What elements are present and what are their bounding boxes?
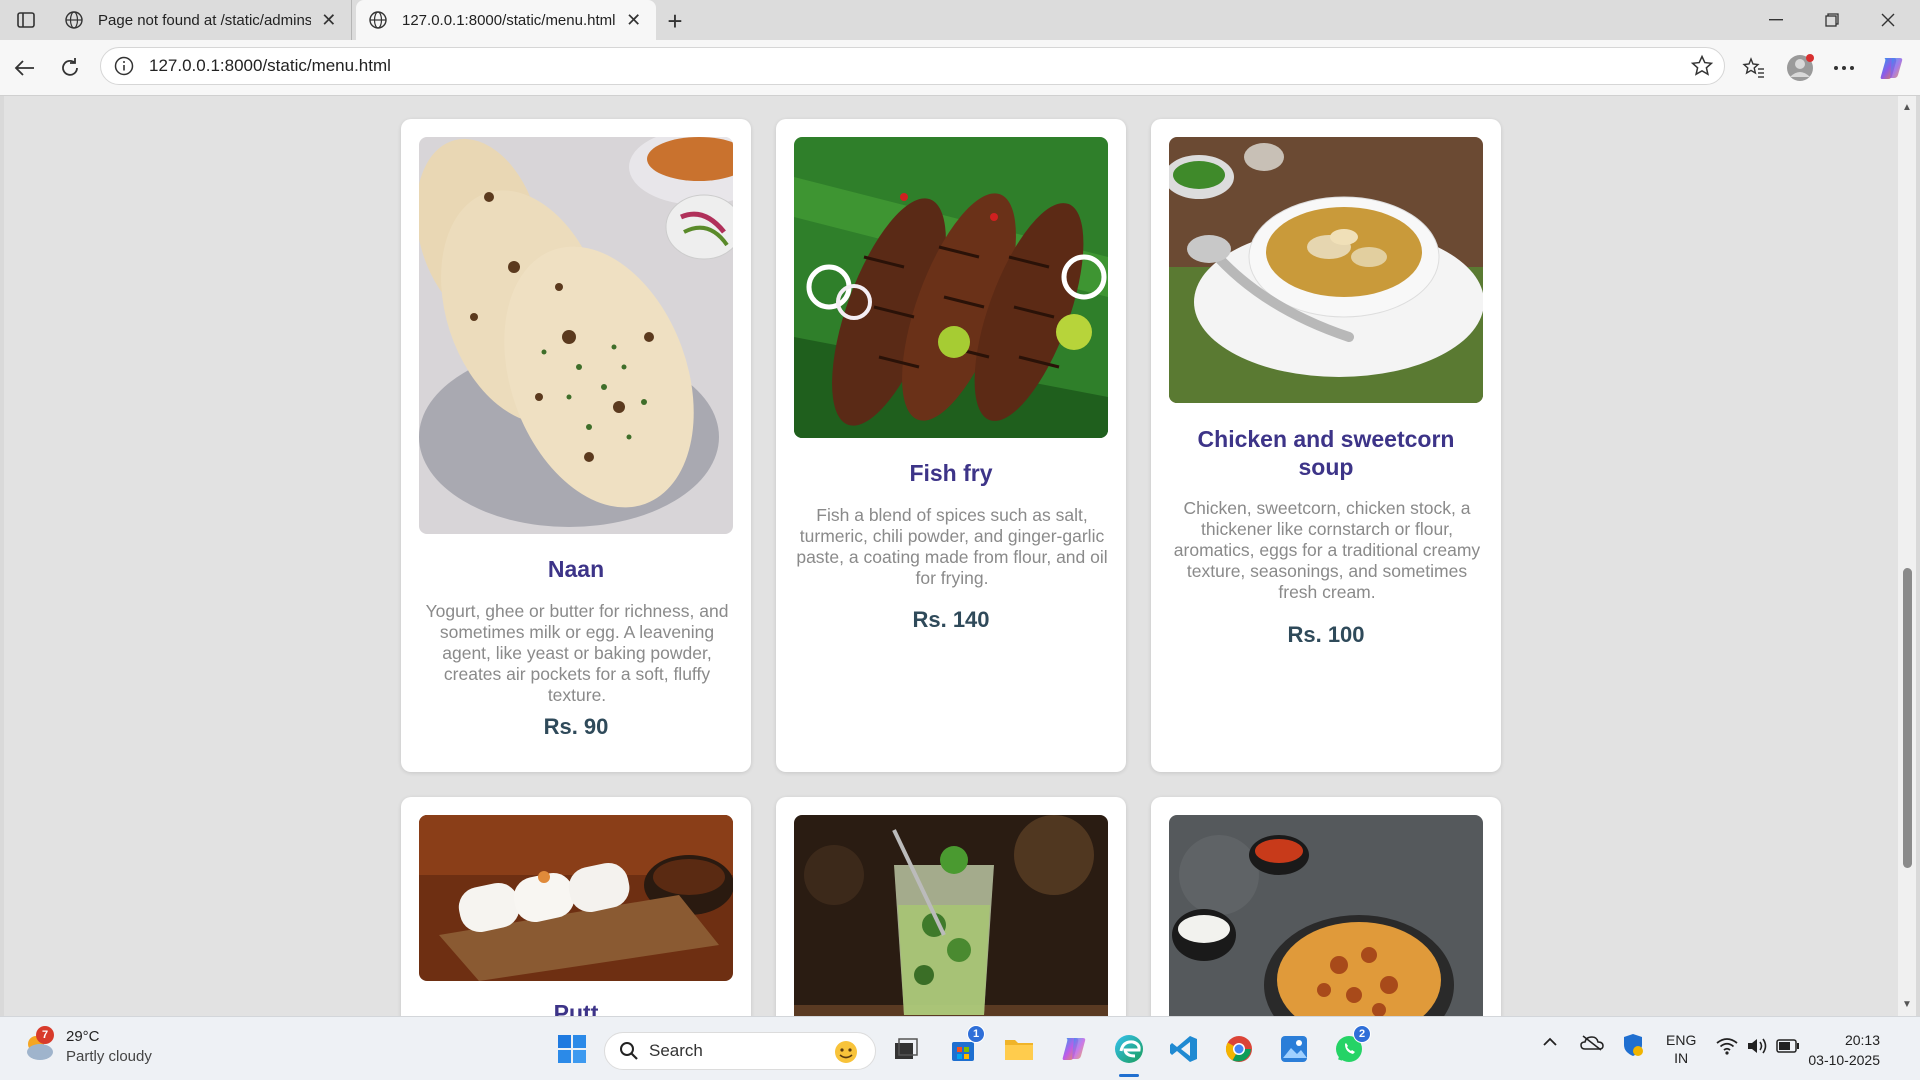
reload-button[interactable] bbox=[54, 52, 86, 84]
dish-description: Fish a blend of spices such as salt, tur… bbox=[796, 505, 1108, 588]
dish-description: Chicken, sweetcorn, chicken stock, a thi… bbox=[1173, 498, 1481, 602]
tab-actions-icon[interactable] bbox=[10, 8, 42, 32]
weather-icon: 7 bbox=[22, 1026, 56, 1064]
tab-page-not-found[interactable]: Page not found at /static/adminst ✕ bbox=[52, 0, 352, 40]
info-icon[interactable] bbox=[113, 55, 135, 77]
tab-label: Page not found at /static/adminst bbox=[98, 11, 311, 29]
menu-card-chicken-sweetcorn-soup: Chicken and sweetcorn soup Chicken, swee… bbox=[1151, 119, 1501, 772]
store-badge: 1 bbox=[967, 1025, 985, 1043]
dish-price: Rs. 90 bbox=[543, 714, 609, 739]
task-view-icon[interactable] bbox=[888, 1031, 924, 1067]
whatsapp-badge: 2 bbox=[1353, 1025, 1371, 1043]
favorite-star-icon[interactable] bbox=[1690, 54, 1714, 78]
onedrive-icon[interactable] bbox=[1580, 1035, 1604, 1054]
menu-card-drink bbox=[776, 797, 1126, 1016]
menu-card-puttu: Putt bbox=[401, 797, 751, 1016]
volume-icon[interactable] bbox=[1746, 1037, 1768, 1058]
scroll-down-icon[interactable]: ▼ bbox=[1902, 999, 1912, 1010]
clock-date: 03-10-2025 bbox=[1808, 1052, 1880, 1068]
language-indicator[interactable]: ENG IN bbox=[1666, 1031, 1696, 1067]
chevron-up-icon[interactable] bbox=[1542, 1035, 1558, 1051]
language-line2: IN bbox=[1674, 1050, 1689, 1066]
menu-card-naan: Naan Yogurt, ghee or butter for richness… bbox=[401, 119, 751, 772]
globe-icon bbox=[369, 11, 387, 29]
mojito-image bbox=[794, 815, 1108, 1016]
new-tab-button[interactable]: + bbox=[662, 6, 688, 36]
wifi-icon[interactable] bbox=[1716, 1037, 1738, 1058]
microsoft-store-icon[interactable]: 1 bbox=[945, 1025, 985, 1067]
security-shield-icon[interactable] bbox=[1622, 1033, 1644, 1060]
taskbar-search[interactable]: Search bbox=[604, 1032, 876, 1070]
start-button[interactable] bbox=[554, 1031, 590, 1067]
copilot-app-icon[interactable] bbox=[1056, 1031, 1092, 1067]
dish-description: Yogurt, ghee or butter for richness, and… bbox=[425, 601, 729, 705]
close-icon[interactable]: ✕ bbox=[319, 9, 340, 31]
dish-price: Rs. 100 bbox=[1287, 622, 1365, 647]
chicken-soup-image bbox=[1169, 137, 1483, 403]
photos-icon[interactable] bbox=[1276, 1031, 1312, 1067]
clock-time: 20:13 bbox=[1844, 1032, 1880, 1048]
menu-card-biryani bbox=[1151, 797, 1501, 1016]
vscode-icon[interactable] bbox=[1166, 1031, 1202, 1067]
browser-toolbar: 127.0.0.1:8000/static/menu.html bbox=[0, 40, 1920, 96]
edge-browser-icon[interactable] bbox=[1111, 1031, 1147, 1077]
browser-tab-bar: Page not found at /static/adminst ✕ 127.… bbox=[0, 0, 1920, 40]
page-scrollbar[interactable]: ▲ ▼ bbox=[1898, 96, 1916, 1016]
naan-image bbox=[419, 137, 733, 534]
search-highlight-icon bbox=[835, 1041, 857, 1063]
whatsapp-icon[interactable]: 2 bbox=[1331, 1025, 1371, 1067]
search-icon bbox=[620, 1042, 638, 1060]
fish-fry-image bbox=[794, 137, 1108, 438]
tab-label: 127.0.0.1:8000/static/menu.html bbox=[402, 11, 616, 29]
chrome-icon[interactable] bbox=[1221, 1031, 1257, 1067]
dish-title: Chicken and sweetcorn soup bbox=[1197, 426, 1455, 480]
search-label: Search bbox=[649, 1041, 703, 1060]
globe-icon bbox=[65, 11, 83, 29]
favorites-icon[interactable] bbox=[1738, 52, 1770, 84]
weather-alert-badge: 7 bbox=[36, 1026, 54, 1044]
biryani-image bbox=[1169, 815, 1483, 1016]
dish-title: Fish fry bbox=[909, 460, 993, 486]
windows-taskbar: 7 29°C Partly cloudy Search 1 2 ENG IN 2… bbox=[0, 1016, 1920, 1080]
dish-title: Putt bbox=[553, 1000, 599, 1016]
battery-icon[interactable] bbox=[1776, 1039, 1800, 1056]
dish-title: Naan bbox=[547, 556, 605, 582]
menu-card-fish-fry: Fish fry Fish a blend of spices such as … bbox=[776, 119, 1126, 772]
copilot-icon[interactable] bbox=[1876, 52, 1908, 84]
scroll-up-icon[interactable]: ▲ bbox=[1902, 102, 1912, 113]
restore-button[interactable] bbox=[1804, 0, 1860, 40]
close-icon[interactable]: ✕ bbox=[623, 9, 644, 31]
tab-menu[interactable]: 127.0.0.1:8000/static/menu.html ✕ bbox=[356, 0, 656, 40]
url-text[interactable]: 127.0.0.1:8000/static/menu.html bbox=[149, 56, 391, 76]
minimize-button[interactable] bbox=[1748, 0, 1804, 40]
weather-temp: 29°C bbox=[66, 1028, 100, 1045]
address-bar[interactable]: 127.0.0.1:8000/static/menu.html bbox=[100, 47, 1725, 85]
scrollbar-thumb[interactable] bbox=[1903, 568, 1912, 868]
profile-avatar[interactable] bbox=[1784, 52, 1816, 84]
file-explorer-icon[interactable] bbox=[1001, 1031, 1037, 1067]
dish-price: Rs. 140 bbox=[912, 607, 990, 632]
back-button[interactable] bbox=[8, 52, 40, 84]
puttu-image bbox=[419, 815, 733, 981]
weather-widget[interactable]: 7 29°C Partly cloudy bbox=[22, 1026, 152, 1067]
weather-condition: Partly cloudy bbox=[66, 1048, 152, 1065]
more-options-icon[interactable] bbox=[1828, 52, 1860, 84]
system-clock[interactable]: 20:13 03-10-2025 bbox=[1808, 1030, 1880, 1070]
close-window-button[interactable] bbox=[1860, 0, 1916, 40]
language-line1: ENG bbox=[1666, 1032, 1697, 1048]
page-viewport: Naan Yogurt, ghee or butter for richness… bbox=[4, 96, 1898, 1016]
active-app-indicator bbox=[1119, 1074, 1139, 1077]
